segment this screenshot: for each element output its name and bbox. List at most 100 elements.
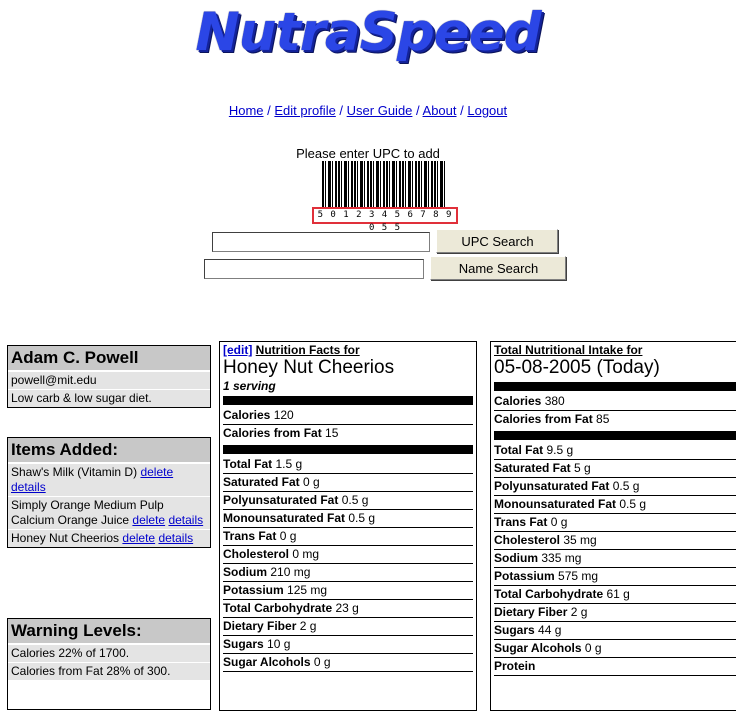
nutrient-row: Saturated Fat 5 g xyxy=(494,460,736,478)
nutrient-label: Sodium xyxy=(223,565,267,579)
list-item: Shaw's Milk (Vitamin D) delete details xyxy=(8,463,210,496)
nav-logout-link[interactable]: Logout xyxy=(467,103,507,118)
nutrient-row: Monounsaturated Fat 0.5 g xyxy=(223,510,473,528)
nutrient-label: Calories xyxy=(494,394,542,408)
total-intake-caption-row: Total Nutritional Intake for xyxy=(491,342,736,357)
nutrient-row: Total Carbohydrate 61 g xyxy=(494,586,736,604)
name-input[interactable] xyxy=(204,258,424,279)
nutrient-label: Monounsaturated Fat xyxy=(494,497,616,511)
item-name: Shaw's Milk (Vitamin D) xyxy=(11,465,138,479)
nutrient-row: Cholesterol 0 mg xyxy=(223,546,473,564)
product-name: Honey Nut Cheerios xyxy=(223,357,395,378)
nutrient-label: Trans Fat xyxy=(494,515,548,529)
nutrient-label: Calories from Fat xyxy=(223,426,322,440)
serving-size: 1 serving xyxy=(223,379,276,393)
nutrient-row: Calories from Fat 85 xyxy=(494,411,736,428)
item-name: Honey Nut Cheerios xyxy=(11,531,120,545)
upc-prompt: Please enter UPC to add xyxy=(296,146,440,161)
nutrition-facts-panel: [edit] Nutrition Facts for Honey Nut Che… xyxy=(219,341,477,711)
nutrient-row: Polyunsaturated Fat 0.5 g xyxy=(494,478,736,496)
nutrient-value: 0 g xyxy=(303,475,320,489)
nutrient-value: 2 g xyxy=(299,619,317,633)
nutrient-value: 0.5 g xyxy=(341,493,369,507)
logo-text: NutraSpeed xyxy=(195,2,541,63)
nutrient-label: Monounsaturated Fat xyxy=(223,511,345,525)
nutrient-label: Sugars xyxy=(223,637,264,651)
warning-levels-box: Warning Levels: Calories 22% of 1700. Ca… xyxy=(7,618,211,710)
divider-thick xyxy=(494,431,736,440)
nutrient-label: Polyunsaturated Fat xyxy=(223,493,339,507)
nutrient-value: 2 g xyxy=(570,605,588,619)
upc-input[interactable] xyxy=(212,231,430,252)
nav-separator: / xyxy=(412,103,423,118)
nutrient-value: 85 xyxy=(596,412,610,426)
nutrient-label: Potassium xyxy=(494,569,555,583)
nutrient-label: Trans Fat xyxy=(223,529,277,543)
nutrient-value: 0 g xyxy=(584,641,602,655)
nutrient-value: 61 g xyxy=(606,587,630,601)
nutrient-value: 380 xyxy=(544,394,565,408)
list-item: Honey Nut Cheerios delete details xyxy=(8,529,210,547)
nutrition-caption: Nutrition Facts for xyxy=(255,343,360,357)
nutrient-value: 1.5 g xyxy=(275,457,303,471)
divider-thick xyxy=(223,396,473,405)
name-search-button[interactable]: Name Search xyxy=(430,256,567,280)
barcode-digits: 5 0 1 2 3 4 5 6 7 8 9 0 5 5 xyxy=(312,207,458,233)
nutrient-row: Dietary Fiber 2 g xyxy=(494,604,736,622)
nutrient-row: Polyunsaturated Fat 0.5 g xyxy=(223,492,473,510)
nutrient-label: Polyunsaturated Fat xyxy=(494,479,610,493)
nutrient-value: 0 g xyxy=(313,655,331,669)
profile-diet: Low carb & low sugar diet. xyxy=(8,389,210,407)
nutrient-label: Dietary Fiber xyxy=(494,605,568,619)
items-added-title: Items Added: xyxy=(8,438,210,463)
nav-home-link[interactable]: Home xyxy=(229,103,264,118)
item-details-link[interactable]: details xyxy=(11,480,46,494)
nutrient-row: Sodium 335 mg xyxy=(494,550,736,568)
nutrient-value: 9.5 g xyxy=(546,443,574,457)
nutrient-row: Trans Fat 0 g xyxy=(494,514,736,532)
nutrient-label: Total Fat xyxy=(494,443,544,457)
nutrient-row: Sugar Alcohols 0 g xyxy=(494,640,736,658)
nutrient-row: Potassium 125 mg xyxy=(223,582,473,600)
nutrient-label: Calories xyxy=(223,408,271,422)
total-intake-caption: Total Nutritional Intake for xyxy=(494,343,643,357)
nutrient-row: Protein xyxy=(494,658,736,676)
nutrient-label: Sugar Alcohols xyxy=(223,655,311,669)
item-delete-link[interactable]: delete xyxy=(132,513,165,527)
nutrient-value: 335 mg xyxy=(541,551,582,565)
nutrient-value: 5 g xyxy=(574,461,591,475)
warning-item: Calories from Fat 28% of 300. xyxy=(8,662,210,680)
items-added-box: Items Added: Shaw's Milk (Vitamin D) del… xyxy=(7,437,211,548)
nutrient-label: Saturated Fat xyxy=(223,475,300,489)
nutrient-value: 575 mg xyxy=(558,569,599,583)
total-intake-panel: Total Nutritional Intake for 05-08-2005 … xyxy=(490,341,736,711)
nutrient-label: Calories from Fat xyxy=(494,412,593,426)
nutrient-row: Dietary Fiber 2 g xyxy=(223,618,473,636)
nutrient-value: 0 mg xyxy=(292,547,320,561)
edit-link[interactable]: [edit] xyxy=(223,343,252,357)
nutrient-row: Potassium 575 mg xyxy=(494,568,736,586)
nav-about-link[interactable]: About xyxy=(423,103,457,118)
nav-edit-profile-link[interactable]: Edit profile xyxy=(274,103,335,118)
nutrition-caption-row: [edit] Nutrition Facts for xyxy=(220,342,476,357)
barcode-bars xyxy=(322,161,446,207)
nav-user-guide-link[interactable]: User Guide xyxy=(347,103,413,118)
nutrient-row: Total Fat 1.5 g xyxy=(223,456,473,474)
nutrient-value: 44 g xyxy=(538,623,562,637)
item-details-link[interactable]: details xyxy=(158,531,193,545)
nutrient-label: Sugars xyxy=(494,623,535,637)
nav-separator: / xyxy=(335,103,347,118)
nutrient-value: 10 g xyxy=(267,637,291,651)
item-delete-link[interactable]: delete xyxy=(140,465,173,479)
nutrient-label: Cholesterol xyxy=(223,547,290,561)
barcode-icon: 5 0 1 2 3 4 5 6 7 8 9 0 5 5 xyxy=(312,161,458,233)
warning-item: Calories 22% of 1700. xyxy=(8,644,210,662)
name-search-row: Name Search xyxy=(204,256,567,280)
nutrient-row: Sugars 10 g xyxy=(223,636,473,654)
nutrient-value: 0 g xyxy=(279,529,297,543)
item-delete-link[interactable]: delete xyxy=(122,531,155,545)
upc-search-button[interactable]: UPC Search xyxy=(436,229,559,253)
nav-separator: / xyxy=(263,103,275,118)
item-details-link[interactable]: details xyxy=(168,513,203,527)
nutrient-row: Total Fat 9.5 g xyxy=(494,442,736,460)
